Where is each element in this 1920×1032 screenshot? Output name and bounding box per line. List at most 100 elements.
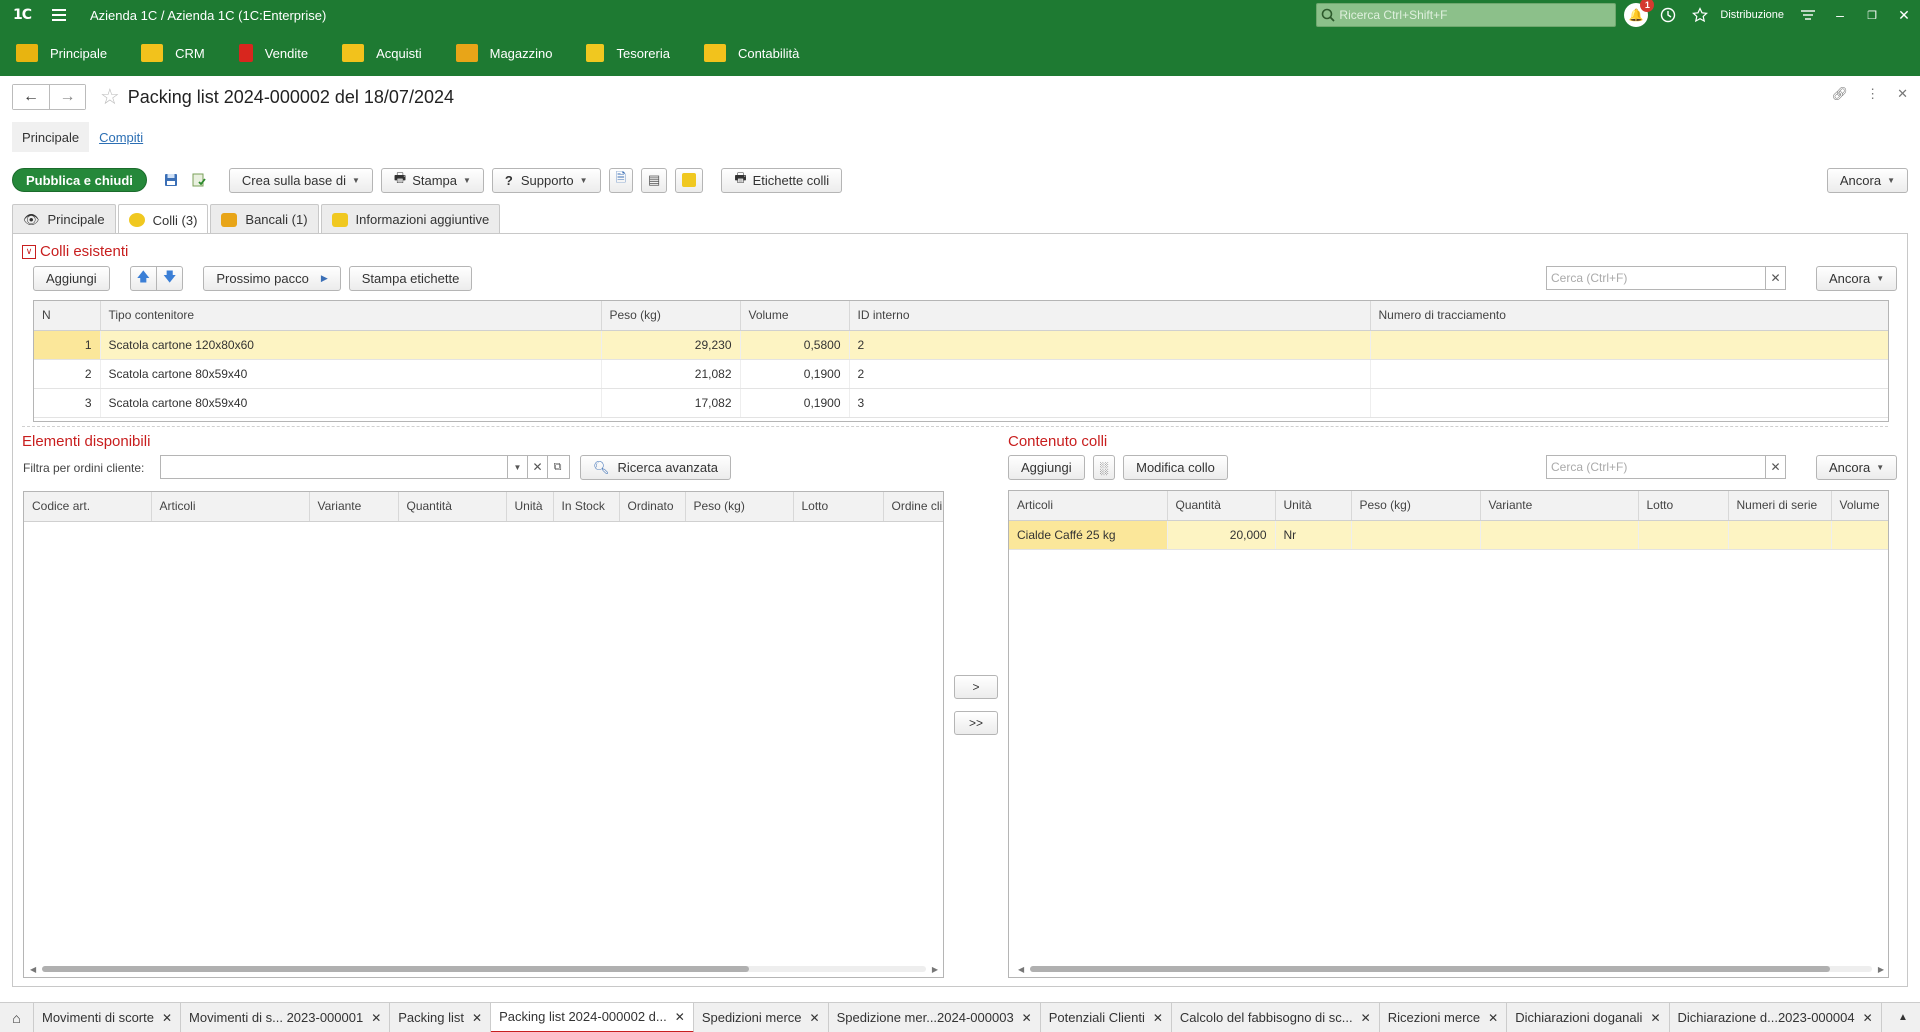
customer-order-filter[interactable]: ▼ ✕ ⧉ [160,455,570,479]
close-form-icon[interactable]: ✕ [1897,86,1908,102]
scroll-thumb[interactable] [1030,966,1830,972]
column-header[interactable]: Lotto [1638,491,1729,521]
column-header[interactable]: N [34,301,101,331]
contents-add-button[interactable]: Aggiungi [1008,455,1085,480]
advanced-search-button[interactable]: 🔍︎ Ricerca avanzata [580,455,731,480]
close-icon[interactable]: ✕ [162,1011,172,1025]
close-icon[interactable]: ✕ [1863,1011,1873,1025]
table-row[interactable]: 3 Scatola cartone 80x59x40 17,082 0,1900… [34,388,1888,418]
back-arrow-icon[interactable]: ← [13,85,49,109]
dropdown-icon[interactable]: ▼ [507,456,527,478]
table-row[interactable]: 1 Scatola cartone 120x80x60 29,230 0,580… [34,330,1888,360]
window-tab[interactable]: Packing list ✕ [390,1002,492,1032]
open-icon[interactable]: ⧉ [547,456,567,478]
favorites-star-icon[interactable] [1684,0,1716,30]
window-tab[interactable]: Potenziali Clienti ✕ [1041,1002,1172,1032]
global-search[interactable] [1316,3,1617,27]
move-all-button[interactable]: >> [954,711,998,735]
scroll-left-icon[interactable]: ◀ [30,965,36,974]
more-button[interactable]: Ancora ▼ [1826,167,1908,193]
column-header[interactable]: Unità [1275,491,1352,521]
close-icon[interactable]: ✕ [472,1011,482,1025]
favorite-star-icon[interactable]: ☆ [100,84,120,110]
section-principale[interactable]: Principale [16,44,107,62]
column-header[interactable]: Codice art. [24,492,152,522]
expand-up-icon[interactable]: ▲ [1886,1003,1920,1032]
packages-add-button[interactable]: Aggiungi [33,266,110,291]
clear-icon[interactable]: ✕ [1765,456,1785,478]
main-menu-icon[interactable] [52,0,74,30]
column-header[interactable]: Ordinato [619,492,686,522]
collapse-icon[interactable]: ∨ [22,244,36,259]
packages-search[interactable]: ✕ [1546,266,1786,290]
forward-arrow-icon[interactable]: → [49,85,85,109]
column-header[interactable]: Unità [506,492,554,522]
window-tab[interactable]: Dichiarazioni doganali ✕ [1507,1002,1670,1032]
window-tab[interactable]: Movimenti di s... 2023-000001 ✕ [181,1002,391,1032]
save-icon[interactable] [157,168,185,193]
structure-button[interactable] [675,167,704,193]
history-icon[interactable] [1652,0,1684,30]
barcode-button[interactable]: ░ [1092,455,1116,480]
column-header[interactable]: Numeri di serie [1728,491,1832,521]
edit-package-button[interactable]: Modifica collo [1123,455,1228,480]
print-button[interactable]: 🖶︎ Stampa ▼ [380,167,484,193]
app-logo[interactable]: 1С [0,0,44,30]
minimize-icon[interactable]: – [1824,0,1856,30]
packages-more-button[interactable]: Ancora ▼ [1816,266,1898,291]
window-tab[interactable]: Spedizioni merce ✕ [694,1002,829,1032]
close-icon[interactable]: ✕ [1361,1011,1371,1025]
nav-principale[interactable]: Principale [12,122,90,152]
clear-icon[interactable]: ✕ [1765,267,1785,289]
section-tesoreria[interactable]: Tesoreria [586,44,670,62]
column-header[interactable]: Numero di tracciamento [1370,301,1888,331]
window-tab[interactable]: Movimenti di scorte ✕ [34,1002,182,1032]
report-button[interactable]: ▤ [641,167,668,193]
next-package-button[interactable]: Prossimo pacco ▶ [203,266,341,291]
column-header[interactable]: Lotto [793,492,884,522]
scroll-track[interactable] [42,966,926,972]
scroll-right-icon[interactable]: ▶ [1878,965,1884,974]
column-header[interactable]: ID interno [849,301,1371,331]
more-vertical-icon[interactable]: ⋮ [1866,86,1879,102]
column-header[interactable]: Variante [1480,491,1639,521]
section-crm[interactable]: CRM [141,44,205,62]
customer-order-filter-input[interactable] [161,456,507,478]
window-tab[interactable]: Dichiarazione d...2023-000004 ✕ [1670,1002,1882,1032]
column-header[interactable]: Ordine cli [883,492,943,522]
tab-bancali[interactable]: Bancali (1) [210,204,319,234]
column-header[interactable]: Volume [1831,491,1888,521]
support-button[interactable]: ? Supporto ▼ [491,167,601,193]
tab-principale[interactable]: 👁︎ Principale [12,204,116,234]
nav-compiti[interactable]: Compiti [89,122,153,152]
window-tab-active[interactable]: Packing list 2024-000002 d... ✕ [491,1002,694,1032]
move-one-button[interactable]: > [954,675,998,699]
column-header[interactable]: Peso (kg) [1351,491,1481,521]
section-contabilita[interactable]: Contabilità [703,44,799,62]
window-tab[interactable]: Calcolo del fabbisogno di sc... ✕ [1172,1002,1380,1032]
move-down-icon[interactable]: 🡇︎ [156,266,184,291]
column-header[interactable]: Articoli [1009,491,1168,521]
scroll-right-icon[interactable]: ▶ [932,965,938,974]
column-header[interactable]: Articoli [151,492,310,522]
column-header[interactable]: Tipo contenitore [100,301,602,331]
close-icon[interactable]: ✕ [1650,1011,1660,1025]
close-icon[interactable]: ✕ [1488,1011,1498,1025]
global-search-input[interactable] [1339,8,1610,22]
column-header[interactable]: In Stock [553,492,620,522]
table-row[interactable]: Cialde Caffé 25 kg 20,000 Nr [1009,520,1888,550]
post-icon[interactable] [185,168,213,193]
post-and-close-button[interactable]: Pubblica e chiudi [12,168,147,192]
package-labels-button[interactable]: 🖶︎ Etichette colli [721,167,843,193]
packages-search-input[interactable] [1547,267,1765,289]
close-icon[interactable]: ✕ [810,1011,820,1025]
packages-group-title[interactable]: ∨ Colli esistenti [22,243,128,260]
tab-informazioni-aggiuntive[interactable]: Informazioni aggiuntive [320,204,501,234]
window-tab[interactable]: Spedizione mer...2024-000003 ✕ [829,1002,1041,1032]
section-magazzino[interactable]: Magazzino [455,44,552,62]
section-acquisti[interactable]: Acquisti [342,44,422,62]
restore-icon[interactable]: ❐ [1856,0,1888,30]
close-icon[interactable]: ✕ [1888,0,1920,30]
attachments-button[interactable]: 🗎︎ [608,167,634,193]
move-up-icon[interactable]: 🡅︎ [129,266,157,291]
